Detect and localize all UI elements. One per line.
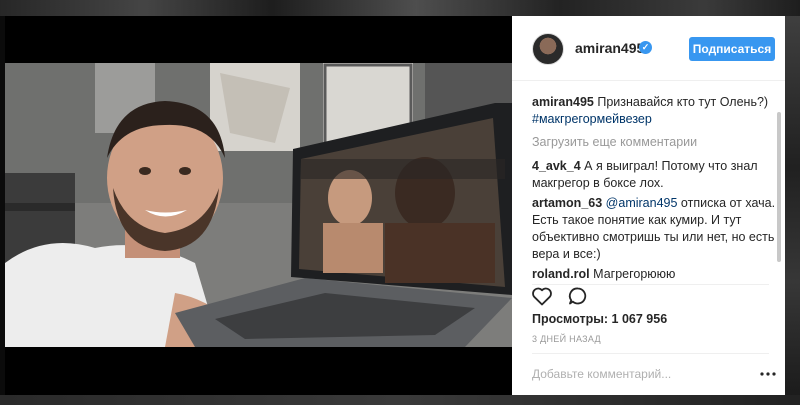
caption-username[interactable]: amiran495 [532, 95, 594, 109]
caption-text: Признавайся кто тут Олень?) [597, 95, 769, 109]
comments-list: amiran495 Признавайся кто тут Олень?) #м… [532, 94, 777, 286]
divider [532, 353, 769, 354]
post-timestamp[interactable]: 3 ДНЕЙ НАЗАД [532, 334, 601, 344]
post-media[interactable] [5, 16, 512, 395]
background-feed-strip [0, 0, 800, 16]
comment-text: Магрегорююю [593, 267, 676, 281]
scrollbar-thumb[interactable] [777, 112, 781, 262]
add-comment-input[interactable] [532, 365, 742, 383]
comment-mention[interactable]: @amiran495 [606, 196, 678, 210]
views-label: Просмотры: [532, 312, 609, 326]
view-count: Просмотры: 1 067 956 [532, 312, 667, 326]
post-header: amiran495 ✓ Подписаться [512, 16, 785, 81]
caption-hashtag[interactable]: #макгрегормейвезер [532, 111, 777, 128]
comment-item: 4_avk_4 А я выиграл! Потому что знал мак… [532, 158, 777, 192]
avatar[interactable] [532, 33, 564, 65]
verified-badge-icon: ✓ [639, 41, 652, 54]
comment-username[interactable]: roland.rol [532, 267, 590, 281]
selfie-with-laptop-image [5, 63, 512, 347]
post-photo [5, 63, 512, 347]
heart-icon[interactable] [530, 284, 554, 308]
comment-icon[interactable] [566, 284, 590, 308]
comment-username[interactable]: artamon_63 [532, 196, 602, 210]
comment-username[interactable]: 4_avk_4 [532, 159, 581, 173]
author-username[interactable]: amiran495 [575, 40, 644, 56]
background-feed-edge [785, 16, 800, 396]
more-dots-icon[interactable] [759, 365, 777, 383]
comment-item: roland.rol Магрегорююю [532, 266, 777, 283]
background-feed-bottom [0, 395, 800, 405]
follow-button[interactable]: Подписаться [689, 37, 775, 61]
load-more-comments-link[interactable]: Загрузить еще комментарии [532, 134, 777, 151]
comments-scrollbar[interactable] [777, 94, 781, 284]
caption: amiran495 Признавайся кто тут Олень?) #м… [532, 94, 777, 128]
post-side-panel: amiran495 ✓ Подписаться amiran495 Призна… [512, 16, 785, 395]
comment-item: artamon_63 @amiran495 отписка от хача. Е… [532, 195, 777, 263]
views-value: 1 067 956 [611, 312, 668, 326]
